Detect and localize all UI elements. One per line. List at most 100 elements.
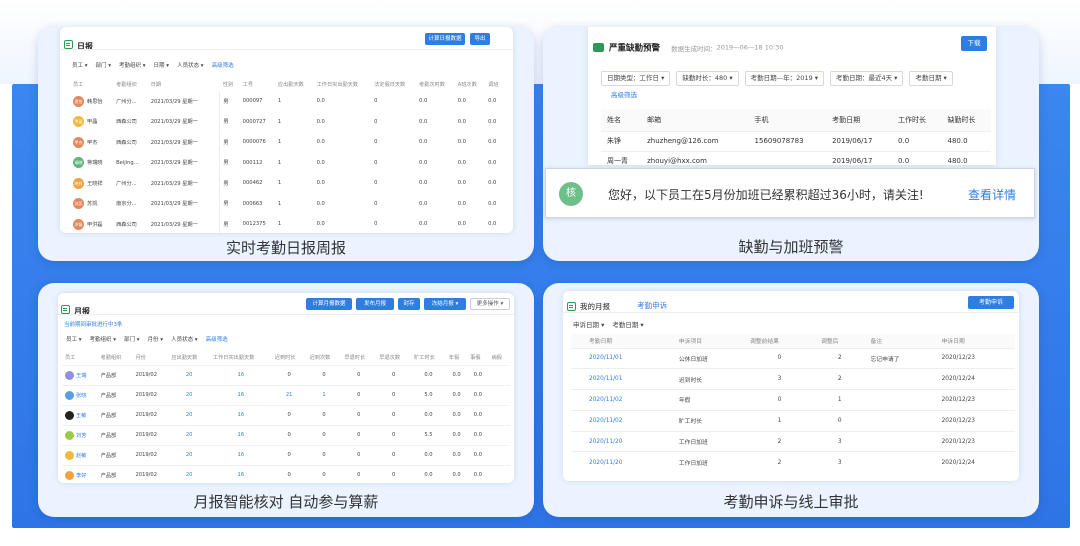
table-cell: 2 — [837, 376, 842, 383]
column-header — [212, 77, 220, 91]
filter-dropdown[interactable]: 员工 ▾ — [72, 63, 88, 69]
table-cell — [864, 369, 935, 390]
table-row[interactable]: 洪磊 甲洪磊 西森公司 2021/03/29 星期一男 0012375 1 0.0 0 0.0 0… — [70, 214, 505, 233]
column-header: 备注 — [870, 339, 883, 346]
table-cell: 0 — [287, 372, 291, 378]
table-row[interactable]: 朱铮 zhuzheng@126.com 15609078783 2019/06/17 0… — [601, 131, 991, 151]
filter-select[interactable]: 考勤日期—年：2019 ▾ — [744, 71, 824, 86]
daily-header: 日报 — [64, 34, 93, 53]
table-row[interactable]: 甲杰 甲杰 西森公司 2021/03/29 星期一男 0000076 1 0.0 0 0.0 0.… — [70, 132, 505, 153]
table-cell: 2020/12/24 — [941, 459, 975, 466]
column-header: 考勤日期 — [589, 339, 613, 346]
filter-dropdown[interactable]: 考勤日期 ▾ — [612, 321, 643, 329]
appeal-date-link[interactable]: 2020/11/02 — [571, 410, 673, 431]
adv-filter-link[interactable]: 高级筛选 — [611, 89, 637, 99]
adv-filter-link[interactable]: 高级筛选 — [206, 337, 228, 343]
table-row[interactable]: 赵敏 产品部 2019/02 20 16 0 0 0 0 0.0 0.0 0.0 — [62, 445, 510, 465]
adv-filter-link[interactable]: 高级筛选 — [212, 63, 234, 69]
filter-dropdown[interactable]: 考勤组织 ▾ — [90, 337, 117, 343]
filter-dropdown[interactable]: 日期 ▾ — [154, 63, 170, 69]
table-cell: 0.0 — [457, 200, 466, 207]
table-row[interactable]: 2020/11/02 旷工时长 1 0 2020/12/23 — [571, 410, 1015, 431]
table-cell: 0.0 — [488, 98, 497, 105]
filter-dropdown[interactable]: 员工 ▾ — [66, 337, 82, 343]
appeal-date-link[interactable]: 2020/11/20 — [571, 431, 673, 452]
table-cell: 3 — [837, 438, 842, 445]
table-cell: 0 — [392, 392, 396, 398]
toolbar-button[interactable]: 封存 — [398, 298, 420, 310]
table-row[interactable]: 2020/11/20 工作日加班 2 3 2020/12/23 — [571, 431, 1015, 452]
table-header: 考勤日期 申诉项目 调整前结果 调整后 备注 申诉日期 — [571, 334, 1015, 348]
toolbar-button[interactable]: 发布月报 — [356, 298, 394, 310]
table-row[interactable]: 王敏 产品部 2019/02 20 16 0 0 0 0 0.0 0.0 0.0 — [62, 405, 510, 425]
table-cell: 迟到时长 — [678, 377, 703, 384]
table-cell: 0.0 — [473, 372, 483, 378]
column-header: 手机 — [754, 115, 769, 124]
download-button[interactable]: 下载 — [961, 36, 987, 51]
filter-dropdown[interactable]: 申诉日期 ▾ — [573, 321, 604, 329]
caption-monthly: 月报智能核对 自动参与算薪 — [193, 493, 379, 511]
employee-cell: 王敏 — [62, 405, 98, 425]
calc-daily-button[interactable]: 计算日报数据 — [425, 33, 465, 45]
filter-dropdown[interactable]: 考勤组织 ▾ — [119, 63, 146, 69]
appeal-date-link[interactable]: 2020/11/02 — [571, 390, 673, 411]
filter-select[interactable]: 缺勤时长：480 ▾ — [676, 71, 739, 86]
table-row[interactable]: 思怡 韩思怡 广州分... 2021/03/29 星期一男 000097 1 0.0 0 0.0… — [70, 91, 505, 112]
filter-dropdown[interactable]: 人员状态 ▾ — [171, 337, 198, 343]
table-cell: 0 — [374, 200, 378, 207]
table-row[interactable]: 苏凯 苏凯 南京分... 2021/03/29 星期一男 000663 1 0.0 0 0.0 0… — [70, 193, 505, 214]
appeal-button[interactable]: 考勤申诉 — [968, 296, 1014, 309]
table-row[interactable]: 张晓 产品部 2019/02 20 16 21 1 0 0 5.0 0.0 0.0 — [62, 385, 510, 405]
appeal-date-link[interactable]: 2020/11/20 — [571, 452, 673, 473]
toolbar-button[interactable]: 计算月报数据 — [306, 298, 352, 310]
tab-my-monthly[interactable]: 我的月报 — [580, 302, 610, 311]
more-actions-button[interactable]: 更多操作 ▾ — [470, 298, 510, 310]
table-cell: 20 — [185, 372, 193, 378]
column-header: 月份 — [135, 355, 146, 362]
table-cell: 0 — [357, 432, 361, 438]
toolbar-button[interactable]: 冻结月报 ▾ — [424, 298, 466, 310]
table-row[interactable]: 2020/11/20 工作日加班 2 3 2020/12/24 — [571, 451, 1015, 473]
table-row[interactable]: 周一青 zhouyi@hxx.com 2019/06/17 0.0 480.0 — [601, 151, 991, 165]
filter-dropdown[interactable]: 月份 ▾ — [148, 337, 164, 343]
view-details-link[interactable]: 查看详情 — [968, 186, 1016, 203]
table-row[interactable]: 刘芳 产品部 2019/02 20 16 0 0 0 0 5.5 0.0 0.0 — [62, 425, 510, 445]
filter-select[interactable]: 日期类型：工作日 ▾ — [601, 71, 671, 86]
table-cell: 0000727 — [242, 118, 266, 125]
table-cell: 男 — [223, 119, 229, 126]
table-row[interactable]: 2020/11/01 迟到时长 3 2 2020/12/24 — [571, 368, 1015, 390]
table-row[interactable]: 甲晶 甲晶 西森公司 2021/03/29 星期一男 0000727 1 0.0 0 0.0 0.… — [70, 111, 505, 132]
table-cell: 0.0 — [488, 221, 497, 228]
table-row[interactable]: 2020/11/02 年假 0 1 2020/12/23 — [571, 389, 1015, 411]
employee-name: 刘芳 — [76, 432, 87, 439]
table-row[interactable]: 晓祥 王晓祥 广州分... 2021/03/29 星期一男 000462 1 0.0 0 0.0… — [70, 173, 505, 194]
table-cell — [211, 111, 221, 132]
table-cell: 朱铮 — [607, 137, 621, 145]
filter-select[interactable]: 考勤日期 ▾ — [909, 71, 953, 86]
employee-name: 李好 — [76, 472, 87, 479]
avatar: 洪磊 — [73, 218, 84, 230]
filter-select[interactable]: 考勤日期：最近4天 ▾ — [829, 71, 904, 86]
filter-dropdown[interactable]: 部门 ▾ — [124, 337, 140, 343]
filter-dropdown[interactable]: 部门 ▾ — [96, 63, 112, 69]
divider — [563, 312, 1019, 313]
export-button[interactable]: 导出 — [470, 33, 490, 45]
approval-status[interactable]: 当前期间审批进行中3条 — [64, 320, 123, 328]
table-row[interactable]: 瑞晓 蒋瑞晓 Beijing... 2021/03/29 星期一男 000112 1 0.0… — [70, 152, 505, 173]
table-cell: 1 — [277, 200, 282, 207]
table-cell: 0 — [374, 180, 378, 187]
employee-name: 张晓 — [76, 392, 87, 399]
table-row[interactable]: 李好 产品部 2019/02 20 16 0 0 0 0 0.0 0.0 0.0 — [62, 465, 510, 483]
table-row[interactable]: 2020/11/01 公休日加班 0 2 忘记申请了 2020/12/23 — [571, 348, 1015, 369]
table-cell: 西森公司 — [116, 221, 137, 228]
appeal-date-link[interactable]: 2020/11/01 — [571, 369, 673, 390]
table-row[interactable]: 王瑞 产品部 2019/02 20 16 0 0 0 0 0.0 0.0 0.0 — [62, 365, 510, 385]
column-header: 性别 — [222, 81, 234, 88]
appeal-date-link[interactable]: 2020/11/01 — [571, 348, 673, 369]
table-cell: 000097 — [242, 98, 263, 105]
table-cell: 0 — [357, 392, 361, 398]
table-cell: 1 — [277, 139, 282, 146]
filter-dropdown[interactable]: 人员状态 ▾ — [177, 63, 204, 69]
table-cell: 0.0 — [488, 180, 497, 187]
table-cell: 16 — [237, 412, 245, 418]
